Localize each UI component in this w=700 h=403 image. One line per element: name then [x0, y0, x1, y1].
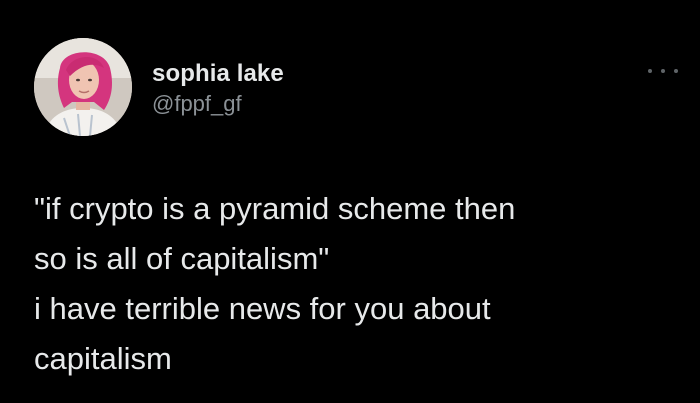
more-dot — [648, 69, 652, 73]
author-avatar[interactable] — [34, 38, 132, 136]
tweet-text-line: "if crypto is a pyramid scheme then — [34, 191, 516, 226]
tweet-card: sophia lake @fppf_gf "if crypto is a pyr… — [0, 0, 700, 403]
user-avatar-icon — [34, 38, 132, 136]
author-display-name[interactable]: sophia lake — [152, 60, 284, 88]
more-dot — [661, 69, 665, 73]
tweet-text-line: so is all of capitalism" — [34, 241, 330, 276]
author-info: sophia lake @fppf_gf — [152, 60, 284, 118]
tweet-text: "if crypto is a pyramid scheme then so i… — [34, 184, 684, 384]
author-handle[interactable]: @fppf_gf — [152, 90, 284, 118]
more-options-icon[interactable] — [648, 64, 678, 78]
more-dot — [674, 69, 678, 73]
tweet-text-line: capitalism — [34, 341, 172, 376]
tweet-text-line: i have terrible news for you about — [34, 291, 491, 326]
